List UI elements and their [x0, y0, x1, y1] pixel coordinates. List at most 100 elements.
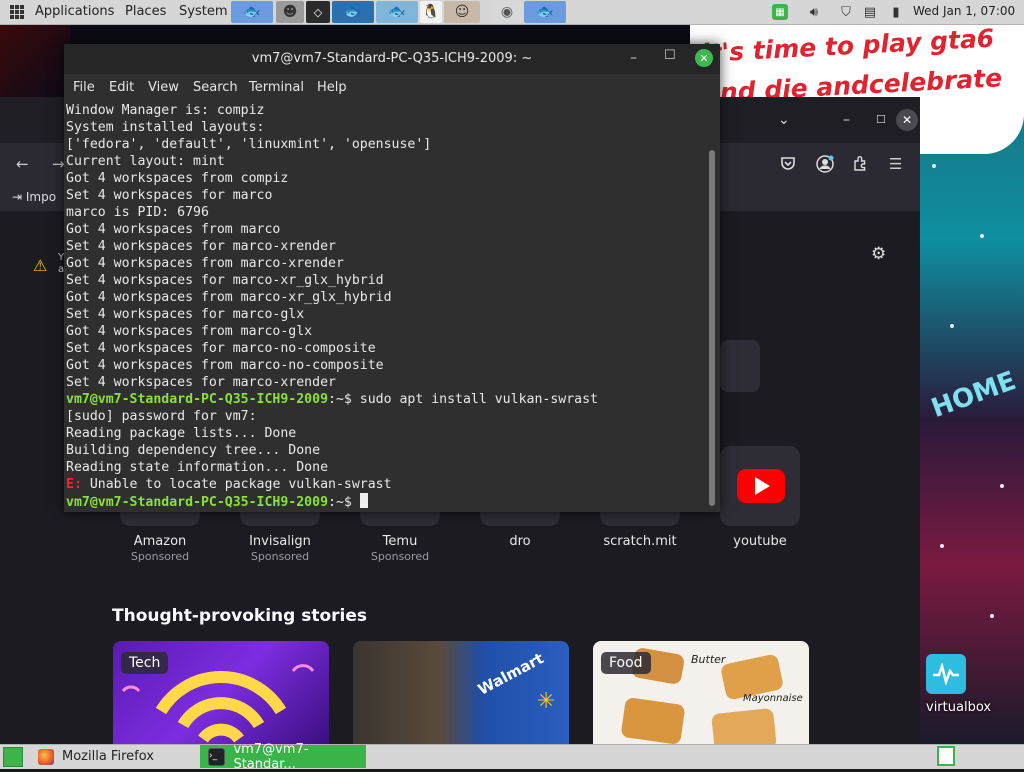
volume-icon[interactable]: 🔊︎	[806, 4, 822, 20]
shortcut-name[interactable]: Amazon	[100, 534, 220, 549]
terminal-line: Current layout: mint	[66, 153, 598, 170]
terminal-line-text: System installed layouts:	[66, 120, 265, 135]
thomas-train-icon[interactable]: ◉	[492, 1, 522, 23]
text-cursor	[359, 493, 368, 508]
clock[interactable]: Wed Jan 1, 07:00	[913, 4, 1015, 18]
account-icon[interactable]	[816, 155, 834, 177]
menu-applications[interactable]: Applications	[35, 4, 114, 19]
bookmark-import-label[interactable]: Impo	[26, 190, 56, 204]
story-card-walmart[interactable]: Walmart ✳	[353, 641, 569, 744]
penguin-icon[interactable]: 🐧	[420, 1, 442, 23]
shield-icon[interactable]: ⛉	[838, 4, 854, 20]
workspace-switcher-icon[interactable]	[937, 746, 955, 766]
terminal-line-text: Set 4 workspaces for marco	[66, 188, 273, 203]
taskbar-terminal-label[interactable]: vm7@vm7-Standar...	[233, 742, 366, 772]
goldfish-icon[interactable]: 🐟	[524, 1, 566, 23]
shortcut-name[interactable]: dro	[460, 534, 580, 549]
terminal-line: Got 4 workspaces from marco-xrender	[66, 255, 598, 272]
menu-system[interactable]: System	[179, 4, 227, 19]
shortcut-name[interactable]: youtube	[700, 534, 820, 549]
taskbar-firefox-label[interactable]: Mozilla Firefox	[62, 749, 154, 764]
desktop-icon-label[interactable]: virtualbox	[926, 700, 991, 715]
minimize-icon[interactable]: –	[630, 50, 637, 66]
neovim-icon[interactable]: ◇	[306, 1, 330, 23]
menu-icon[interactable]: ☰	[889, 155, 902, 173]
stories-heading: Thought-provoking stories	[112, 606, 368, 626]
clipboard-icon[interactable]: ▤	[862, 4, 878, 20]
terminal-line-text: Reading state information... Done	[66, 460, 329, 475]
youtube-icon[interactable]	[737, 469, 785, 503]
applications-grid-icon[interactable]	[10, 5, 24, 19]
maximize-icon[interactable]: ☐	[876, 113, 886, 126]
maximize-icon[interactable]: ☐	[664, 48, 676, 63]
terminal-line: vm7@vm7-Standard-PC-Q35-ICH9-2009:~$ sud…	[66, 391, 598, 408]
terminal-icon: ›_	[208, 747, 226, 766]
fish-icon[interactable]: 🐟	[332, 1, 374, 23]
forward-icon[interactable]: →	[52, 155, 65, 173]
mr-bean-icon[interactable]: ☺	[444, 1, 480, 23]
pocket-icon[interactable]	[780, 155, 796, 175]
shortcut-name[interactable]: Temu	[340, 534, 460, 549]
search-box-edge[interactable]	[720, 340, 760, 392]
terminal-line: Window Manager is: compiz	[66, 102, 598, 119]
shortcut-sponsored: Sponsored	[130, 550, 190, 563]
menu-file[interactable]: File	[73, 80, 95, 95]
menu-search[interactable]: Search	[193, 80, 238, 95]
terminal-line: ['fedora', 'default', 'linuxmint', 'open…	[66, 136, 598, 153]
terminal-line: Got 4 workspaces from marco-xr_glx_hybri…	[66, 289, 598, 306]
goldfish-icon[interactable]: 🐟	[231, 1, 273, 23]
bookmark-import[interactable]: ⇥ Impo	[12, 190, 56, 204]
terminal-line: Reading state information... Done	[66, 459, 598, 476]
terminal-line: Set 4 workspaces for marco-no-composite	[66, 340, 598, 357]
shell-command: :~$	[328, 495, 360, 510]
menu-terminal[interactable]: Terminal	[249, 80, 304, 95]
close-icon[interactable]: ✕	[896, 109, 918, 131]
story-tag: Food	[601, 652, 651, 674]
terminal-lines: Window Manager is: compiz System installe…	[66, 102, 598, 510]
taskbar-terminal[interactable]: ›_ vm7@vm7-Standar...	[200, 742, 366, 772]
show-desktop-button[interactable]	[3, 747, 23, 767]
virtualbox-icon[interactable]	[926, 654, 966, 694]
taskbar-firefox[interactable]: Mozilla Firefox	[30, 745, 194, 768]
terminal-line: System installed layouts:	[66, 119, 598, 136]
fish-icon[interactable]: 🐟	[376, 1, 418, 23]
terminal-title: vm7@vm7-Standard-PC-Q35-ICH9-2009: ~	[251, 51, 533, 66]
terminal-line-text: Reading package lists... Done	[66, 426, 297, 441]
terminal-line: Reading package lists... Done	[66, 425, 598, 442]
terminal-line-text: Set 4 workspaces for marco-xrender	[66, 239, 336, 254]
terminal-line-text: [sudo] password for vm7:	[66, 409, 257, 424]
story-tag: Tech	[121, 652, 169, 674]
menu-help[interactable]: Help	[317, 80, 347, 95]
battery-icon[interactable]: ▮	[888, 4, 904, 20]
walmart-spark-icon: ✳	[537, 689, 556, 714]
terminal-output[interactable]: Window Manager is: compiz System installe…	[64, 100, 710, 512]
terminal-line-text: Building dependency tree... Done	[66, 443, 321, 458]
workspace-icon[interactable]: ▦	[772, 4, 788, 20]
terminal-line: Got 4 workspaces from compiz	[66, 170, 598, 187]
terminal-scrollbar[interactable]	[709, 150, 715, 506]
close-icon[interactable]: ✕	[695, 49, 713, 67]
menu-view[interactable]: View	[148, 80, 179, 95]
settings-gear-icon[interactable]: ⚙	[871, 244, 886, 264]
terminal-line-text: Set 4 workspaces for marco-glx	[66, 307, 305, 322]
shortcut-name[interactable]: Invisalign	[220, 534, 340, 549]
terminal-line-text: Got 4 workspaces from marco-glx	[66, 324, 313, 339]
robot-icon[interactable]: ☻	[276, 1, 304, 23]
menu-edit[interactable]: Edit	[109, 80, 134, 95]
terminal-line: Set 4 workspaces for marco-xr_glx_hybrid	[66, 272, 598, 289]
terminal-line-text: Set 4 workspaces for marco-xr_glx_hybrid	[66, 273, 384, 288]
shortcut-sponsored: Sponsored	[370, 550, 430, 563]
shortcut-name[interactable]: scratch.mit	[580, 534, 700, 549]
terminal-line-text: Set 4 workspaces for marco-no-composite	[66, 341, 376, 356]
menu-places[interactable]: Places	[125, 4, 166, 19]
mayonnaise-label: Mayonnaise	[743, 693, 803, 704]
terminal-line-text: Got 4 workspaces from marco-xr_glx_hybri…	[66, 290, 392, 305]
list-tabs-icon[interactable]: ⌄	[778, 112, 790, 128]
terminal-line-text: Got 4 workspaces from marco	[66, 222, 281, 237]
extensions-icon[interactable]	[852, 155, 869, 176]
terminal-line-text: Set 4 workspaces for marco-xrender	[66, 375, 336, 390]
walmart-logo-text: Walmart	[474, 649, 547, 699]
minimize-icon[interactable]: –	[843, 112, 850, 128]
back-icon[interactable]: ←	[16, 155, 29, 173]
terminal-line: vm7@vm7-Standard-PC-Q35-ICH9-2009:~$	[66, 493, 598, 510]
